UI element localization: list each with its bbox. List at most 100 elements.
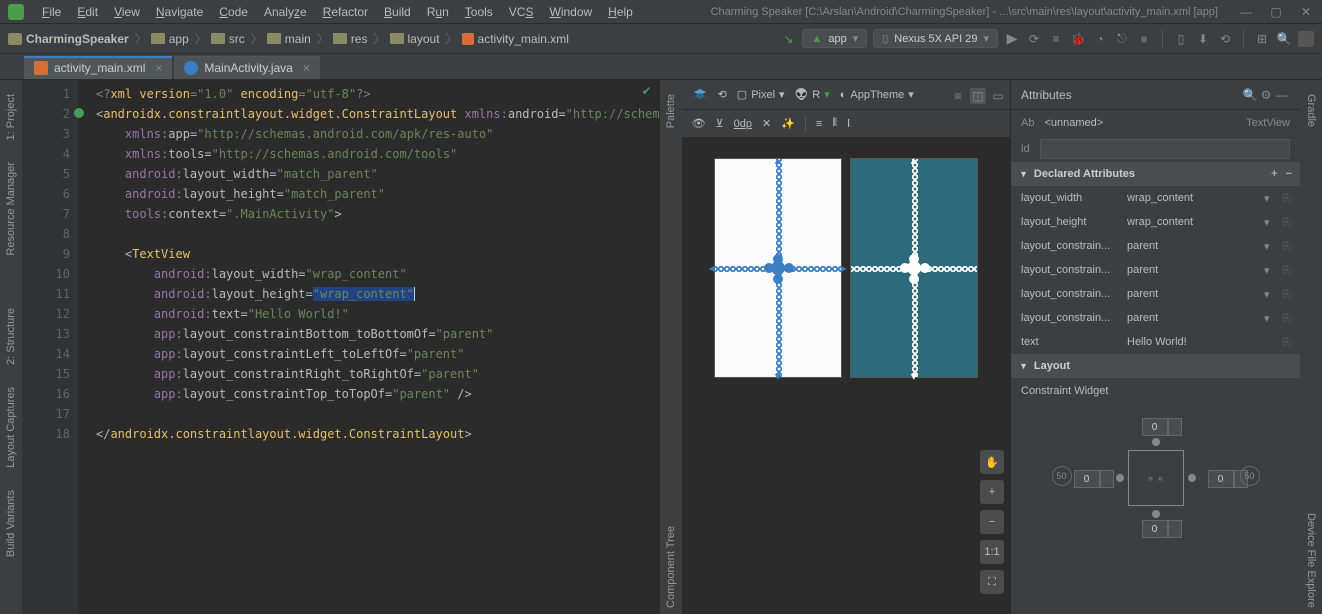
cw-bias-h[interactable]: 50 [1052,466,1072,486]
blueprint-surface[interactable]: ▴ ▾ [850,158,978,378]
profile-icon[interactable]: ◔ [1092,31,1108,47]
attr-value[interactable]: parent [1127,288,1258,300]
gear-icon[interactable]: ⚙ [1258,87,1274,103]
layout-section-header[interactable]: ▼ Layout [1011,354,1300,378]
jump-icon[interactable]: ⎘ [1282,217,1290,228]
menu-vcs[interactable]: VCS [501,3,542,21]
run-config-combo[interactable]: ▲app▾ [802,29,867,48]
sidebar-project[interactable]: 1: Project [5,88,17,146]
zoom-actual-icon[interactable]: ⛶ [980,570,1004,594]
magnet-icon[interactable]: ⊻ [716,117,724,130]
code-editor[interactable]: 1 2 3 4 5 6 7 8 9 10 11 12 13 14 15 16 1… [22,80,660,614]
dropdown-icon[interactable]: ▾ [1264,264,1276,277]
stop-icon[interactable]: ■ [1136,31,1152,47]
id-input[interactable] [1040,139,1290,159]
code-content[interactable]: <?xml version="1.0" encoding="utf-8"?> <… [78,80,660,614]
cw-top-margin[interactable]: 0 [1142,418,1168,436]
right-handle[interactable] [920,263,930,273]
structure-icon[interactable]: ⊞ [1254,31,1270,47]
zoom-in-icon[interactable]: + [980,480,1004,504]
design-mode-design-icon[interactable]: ▭ [990,88,1006,104]
cw-bottom-margin[interactable]: 0 [1142,520,1168,538]
attr-row[interactable]: layout_constrain...parent▾⎘ [1011,282,1300,306]
avd-manager-icon[interactable]: ▯ [1173,31,1189,47]
design-mode-split-icon[interactable]: ◫ [970,88,986,104]
attach-debugger-icon[interactable]: ⎋ [1114,31,1130,47]
guidelines-icon[interactable]: Ⅰ [847,117,850,130]
debug-icon[interactable]: 🐞 [1070,31,1086,47]
device-select[interactable]: ▢ Pixel ▾ [737,88,785,101]
crumb-layout[interactable]: layout [390,32,440,46]
crumb-src[interactable]: src [211,32,245,46]
eye-icon[interactable]: 👁 [692,117,706,130]
jump-icon[interactable]: ⎘ [1282,241,1290,252]
component-tree-tab[interactable]: Component Tree [665,520,677,614]
cw-left-dd[interactable] [1100,470,1114,488]
crumb-file[interactable]: activity_main.xml [462,32,569,46]
sidebar-gradle[interactable]: Gradle [1305,88,1317,133]
pack-icon[interactable]: ⫴ [832,117,837,130]
zoom-fit-icon[interactable]: 1:1 [980,540,1004,564]
menu-navigate[interactable]: Navigate [148,3,211,21]
declared-attributes-header[interactable]: ▼ Declared Attributes +− [1011,162,1300,186]
menu-build[interactable]: Build [376,3,419,21]
menu-refactor[interactable]: Refactor [315,3,376,21]
sidebar-resource-manager[interactable]: Resource Manager [5,156,17,262]
dropdown-icon[interactable]: ▾ [1264,312,1276,325]
menu-file[interactable]: File [34,3,69,21]
minimize-icon[interactable]: — [1238,5,1254,19]
sidebar-layout-captures[interactable]: Layout Captures [5,381,17,474]
design-canvas[interactable]: ▴ ▾ ◂ ▸ ▴ ▾ [682,138,1010,614]
zoom-out-icon[interactable]: − [980,510,1004,534]
dropdown-icon[interactable]: ▾ [1264,240,1276,253]
menu-run[interactable]: Run [419,3,457,21]
remove-icon[interactable]: − [1286,168,1292,180]
close-icon[interactable]: ✕ [1298,5,1314,19]
sidebar-build-variants[interactable]: Build Variants [5,484,17,563]
theme-select[interactable]: ◐ AppTheme ▾ [840,88,914,101]
hide-icon[interactable]: — [1274,87,1290,103]
cw-left-margin[interactable]: 0 [1074,470,1100,488]
menu-window[interactable]: Window [541,3,600,21]
apply-code-icon[interactable]: ≡ [1048,31,1064,47]
attr-row[interactable]: layout_heightwrap_content▾⎘ [1011,210,1300,234]
default-margin[interactable]: 0dp [734,118,752,130]
crumb-res[interactable]: res [333,32,368,46]
jump-icon[interactable]: ⎘ [1282,289,1290,300]
search-icon[interactable]: 🔍 [1276,31,1292,47]
attr-row[interactable]: layout_constrain...parent▾⎘ [1011,258,1300,282]
user-icon[interactable] [1298,31,1314,47]
crumb-main[interactable]: main [267,32,311,46]
menu-edit[interactable]: Edit [69,3,106,21]
clear-constraints-icon[interactable]: ✕ [762,117,771,130]
surface-select-icon[interactable] [692,87,708,103]
crumb-root[interactable]: CharmingSpeaker [8,32,129,46]
attr-value[interactable]: Hello World! [1127,336,1258,348]
left-handle[interactable] [764,263,774,273]
pan-icon[interactable]: ✋ [980,450,1004,474]
constraint-widget[interactable]: » « 0 0 0 0 50 50 [1011,404,1300,554]
orientation-icon[interactable]: ⟲ [718,88,727,101]
search-icon[interactable]: 🔍 [1242,87,1258,103]
run-icon[interactable]: ▶ [1004,31,1020,47]
apply-changes-icon[interactable]: ⟳ [1026,31,1042,47]
crumb-app[interactable]: app [151,32,189,46]
jump-icon[interactable]: ⎘ [1282,337,1290,348]
add-icon[interactable]: + [1271,168,1277,180]
dropdown-icon[interactable]: ▾ [1264,192,1276,205]
right-handle[interactable] [784,263,794,273]
tab-mainactivity-java[interactable]: MainActivity.java × [174,56,320,79]
jump-icon[interactable]: ⎘ [1282,313,1290,324]
close-icon[interactable]: × [303,61,310,75]
sidebar-structure[interactable]: 2: Structure [5,302,17,371]
menu-tools[interactable]: Tools [457,3,501,21]
close-icon[interactable]: × [155,61,162,75]
attr-row[interactable]: layout_widthwrap_content▾⎘ [1011,186,1300,210]
sdk-manager-icon[interactable]: ⬇ [1195,31,1211,47]
api-select[interactable]: 👽 R ▾ [795,88,830,101]
attr-value[interactable]: parent [1127,312,1258,324]
infer-constraints-icon[interactable]: ✨ [781,117,795,130]
jump-icon[interactable]: ⎘ [1282,265,1290,276]
tab-activity-main-xml[interactable]: activity_main.xml × [24,56,172,79]
attr-value[interactable]: wrap_content [1127,216,1258,228]
